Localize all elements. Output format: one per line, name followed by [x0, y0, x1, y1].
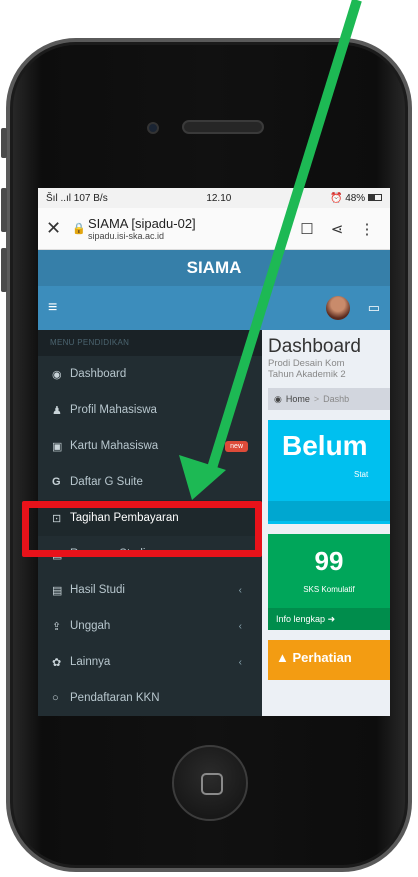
address-info[interactable]: SIAMA [sipadu-02] sipadu.isi-ska.ac.id	[88, 216, 292, 241]
sidebar-item-hasil-studi[interactable]: ▤ Hasil Studi ‹	[38, 572, 262, 608]
sidebar-item-pendaftaran-kkn[interactable]: ○ Pendaftaran KKN	[38, 680, 262, 716]
highlight-box	[22, 501, 262, 557]
sidebar-item-daftar-g-suite[interactable]: G Daftar G Suite	[38, 464, 262, 500]
volume-up-button	[1, 188, 7, 232]
battery-icon	[367, 194, 382, 202]
warning-icon: ▲	[276, 650, 289, 665]
sidebar-item-unggah[interactable]: ⇪ Unggah ‹	[38, 608, 262, 644]
sks-value: 99	[314, 546, 344, 576]
warning-box: ▲ Perhatian	[268, 640, 390, 680]
arrow-circle-right-icon: ➜	[327, 614, 336, 624]
google-icon: G	[52, 476, 61, 488]
circle-icon: ○	[52, 692, 59, 704]
app-title: SIAMA	[186, 258, 242, 277]
file-icon: ▤	[52, 584, 63, 597]
status-label: Stat	[354, 470, 369, 479]
more-options-icon[interactable]: ⋮	[352, 220, 382, 238]
volume-down-button	[1, 248, 7, 292]
status-info-box: Belum Stat	[268, 420, 390, 524]
top-navbar: ≡ ▭	[38, 286, 390, 330]
browser-address-bar: ✕ 🔒 SIAMA [sipadu-02] sipadu.isi-ska.ac.…	[38, 208, 390, 250]
sks-label: SKS Komulatif	[303, 585, 355, 594]
sidebar-item-label: Lainnya	[70, 656, 111, 668]
dashboard-icon: ◉	[52, 368, 62, 381]
lock-icon: 🔒	[72, 223, 86, 235]
mute-switch	[1, 128, 7, 158]
page-url: sipadu.isi-ska.ac.id	[88, 231, 165, 241]
sidebar-item-label: Kartu Mahasiswa	[70, 440, 159, 452]
clock: 12.10	[206, 192, 232, 204]
hamburger-menu-icon[interactable]: ≡	[48, 299, 70, 317]
chevron-left-icon: ‹	[238, 584, 242, 596]
dashboard-subtitle-prodi: Prodi Desain Kom	[268, 358, 345, 369]
sks-footer-link[interactable]: Info lengkap ➜	[268, 608, 390, 630]
status-box-footer[interactable]	[268, 501, 390, 521]
sidebar-item-label: Unggah	[70, 620, 111, 632]
breadcrumb-home[interactable]: Home	[286, 394, 310, 404]
page-title: SIAMA [sipadu-02]	[88, 216, 196, 231]
upload-icon: ⇪	[52, 620, 62, 633]
chevron-left-icon: ‹	[238, 656, 242, 668]
sidebar-item-label: Dashboard	[70, 368, 127, 380]
signal-status: Šıl ..ıl 107 B/s	[46, 192, 108, 204]
breadcrumb-current: Dashb	[323, 394, 350, 404]
breadcrumb-separator: >	[313, 394, 320, 404]
sidebar-item-kartu-mahasiswa[interactable]: ▣ Kartu Mahasiswa new	[38, 428, 262, 464]
earpiece-speaker	[182, 120, 264, 134]
home-icon: ◉	[274, 393, 282, 404]
status-value: Belum	[282, 430, 368, 461]
id-card-icon: ▣	[52, 440, 63, 453]
breadcrumb: ◉ Home > Dashb	[268, 388, 390, 410]
home-button[interactable]	[172, 745, 248, 821]
new-badge: new	[225, 440, 248, 452]
tutorial-screenshot: Šıl ..ıl 107 B/s 12.10 ⏰ 48% ✕ 🔒 SIAMA […	[0, 0, 418, 877]
home-square-icon	[201, 773, 223, 795]
dashboard-title: Dashboard	[268, 336, 361, 357]
user-avatar[interactable]	[325, 296, 350, 320]
bookmark-icon[interactable]: ☐	[292, 220, 322, 238]
sidebar-item-label: Hasil Studi	[70, 584, 125, 596]
sidebar-item-label: Daftar G Suite	[70, 476, 143, 488]
warning-text: Perhatian	[292, 650, 352, 665]
phone-screen: Šıl ..ıl 107 B/s 12.10 ⏰ 48% ✕ 🔒 SIAMA […	[38, 188, 390, 716]
share-icon[interactable]: ⋖	[322, 220, 352, 238]
alarm-icon: ⏰	[329, 192, 346, 204]
app-title-bar: SIAMA	[38, 250, 390, 286]
sidebar-item-label: Profil Mahasiswa	[70, 404, 157, 416]
sidebar-item-lainnya[interactable]: ✿ Lainnya ‹	[38, 644, 262, 680]
monitor-icon[interactable]: ▭	[368, 300, 380, 316]
main-content: Dashboard Prodi Desain Kom Tahun Akademi…	[262, 330, 390, 716]
battery-status: ⏰ 48%	[330, 193, 382, 204]
android-status-bar: Šıl ..ıl 107 B/s 12.10 ⏰ 48%	[38, 188, 390, 208]
gear-icon: ✿	[52, 656, 62, 669]
sidebar-item-profil-mahasiswa[interactable]: ♟ Profil Mahasiswa	[38, 392, 262, 428]
menu-section-header: MENU PENDIDIKAN	[38, 330, 262, 356]
sidebar-item-dashboard[interactable]: ◉ Dashboard	[38, 356, 262, 392]
user-icon: ♟	[52, 404, 62, 417]
chevron-left-icon: ‹	[238, 620, 242, 632]
close-tab-icon[interactable]: ✕	[46, 218, 72, 239]
sks-info-box: 99 SKS Komulatif Info lengkap ➜	[268, 534, 390, 630]
sidebar-item-label: Pendaftaran KKN	[70, 692, 160, 704]
dashboard-subtitle-tahun: Tahun Akademik 2	[268, 369, 346, 380]
front-camera	[147, 122, 159, 134]
